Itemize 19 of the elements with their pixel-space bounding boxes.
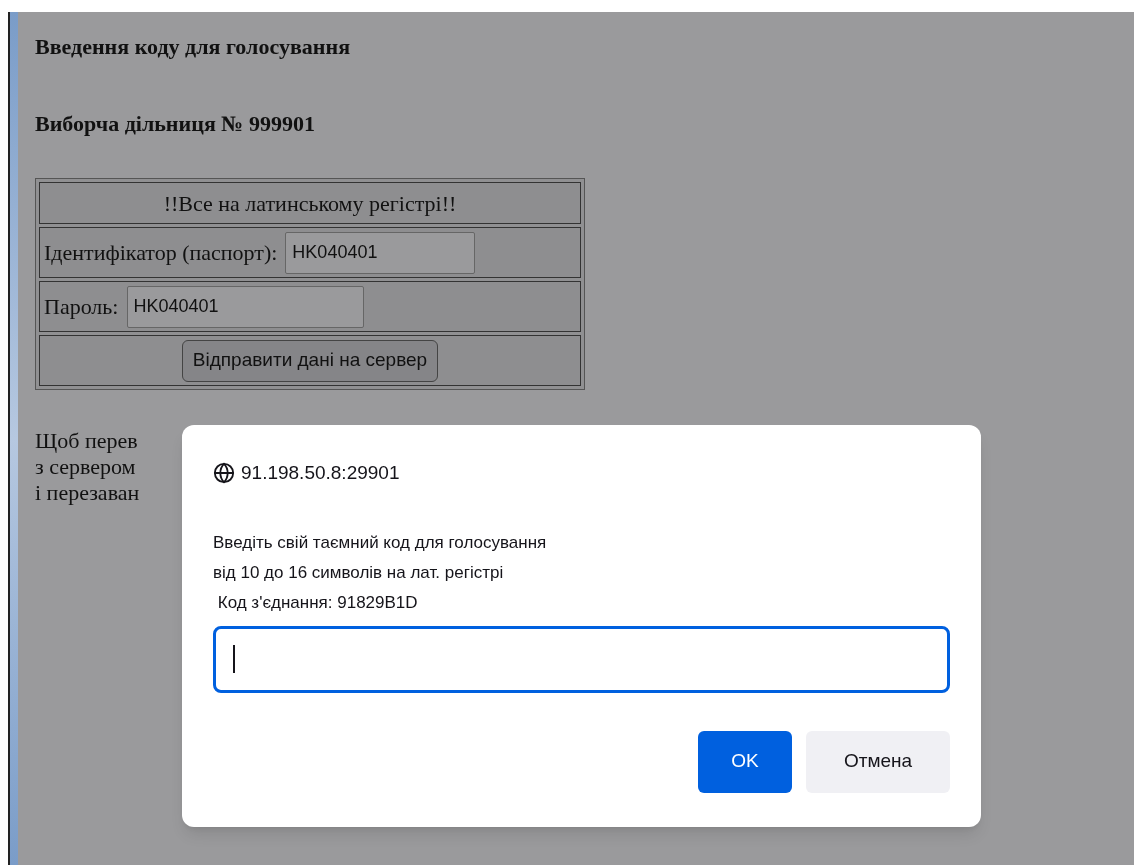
text-field[interactable]: HK040401 — [126, 285, 364, 328]
notice-cell: !!Все на латинському регістрі!! — [39, 182, 581, 224]
globe-icon — [213, 462, 235, 485]
dialog-message-line: від 10 до 16 символів на лат. регістрі — [213, 561, 504, 584]
paragraph-line: з сервером — [35, 454, 136, 480]
dialog-message-line: Код з'єднання: 91829B1D — [216, 591, 418, 614]
code-input-field[interactable] — [213, 625, 950, 693]
cancel-button[interactable]: Отмена — [806, 730, 950, 793]
page-heading: Виборча дільниця № 999901 — [35, 110, 315, 138]
ok-button[interactable]: OK — [698, 730, 792, 793]
dialog-origin: 91.198.50.8:29901 — [241, 461, 400, 485]
field-label: Ідентифікатор (паспорт): — [44, 239, 278, 267]
submit-button[interactable]: Відправити дані на сервер — [181, 339, 439, 382]
dialog-message-line: Введіть свій таємний код для голосування — [213, 531, 547, 554]
paragraph-line: Щоб перев — [35, 428, 138, 454]
page-heading: Введення коду для голосування — [35, 33, 351, 61]
text-field[interactable]: HK040401 — [285, 231, 476, 274]
field-label: Пароль: — [44, 293, 119, 321]
paragraph-line: і перезаван — [35, 480, 140, 506]
